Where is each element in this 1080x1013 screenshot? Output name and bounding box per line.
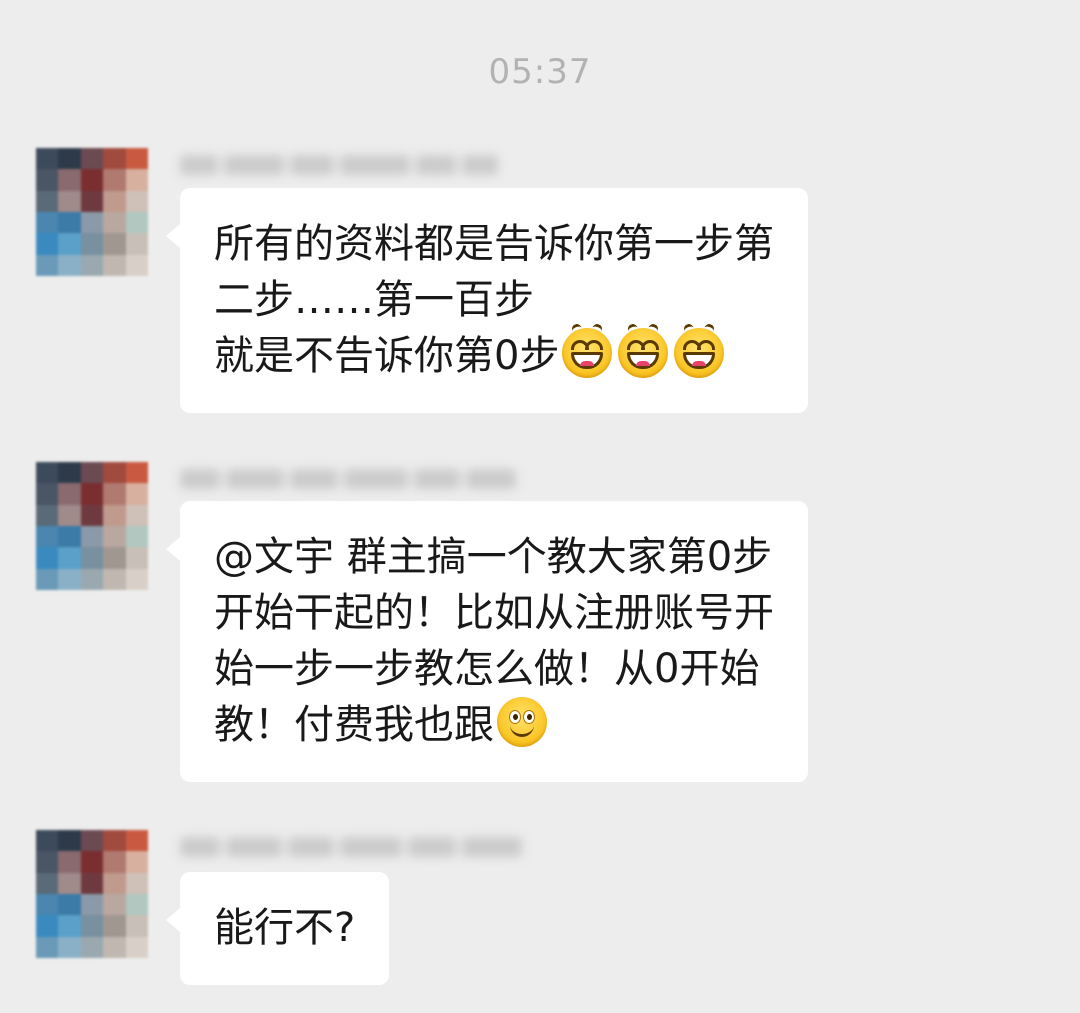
message-bubble[interactable]: @文宇 群主搞一个教大家第0步 开始干起的！比如从注册账号开 始一步一步教怎么做… <box>166 501 808 782</box>
grin-emoji <box>674 322 725 378</box>
message-bubble[interactable]: 所有的资料都是告诉你第一步第 二步……第一百步 就是不告诉你第0步 <box>166 188 808 413</box>
avatar[interactable] <box>36 830 148 958</box>
message-text-line: 教！付费我也跟 <box>214 702 494 748</box>
chat-timestamp: 05:37 <box>488 52 592 92</box>
grin-emoji <box>562 322 613 378</box>
message-text-line: 就是不告诉你第0步 <box>214 333 560 379</box>
message-text-line: 始一步一步教怎么做！从0开始 <box>214 646 760 692</box>
avatar[interactable] <box>36 148 148 276</box>
grin-emoji <box>618 322 669 378</box>
message-text-line: @文宇 群主搞一个教大家第0步 <box>214 534 773 580</box>
sender-name-blurred <box>180 462 516 496</box>
smile-emoji <box>497 697 547 747</box>
sender-name-blurred <box>180 830 522 864</box>
avatar[interactable] <box>36 462 148 590</box>
message-text-line: 能行不? <box>214 905 356 951</box>
sender-name-blurred <box>180 148 498 182</box>
message-text-line: 所有的资料都是告诉你第一步第 <box>214 221 774 267</box>
message-text-line: 开始干起的！比如从注册账号开 <box>214 590 774 636</box>
message-text-line: 二步……第一百步 <box>214 277 534 323</box>
message-bubble[interactable]: 能行不? <box>165 872 390 985</box>
